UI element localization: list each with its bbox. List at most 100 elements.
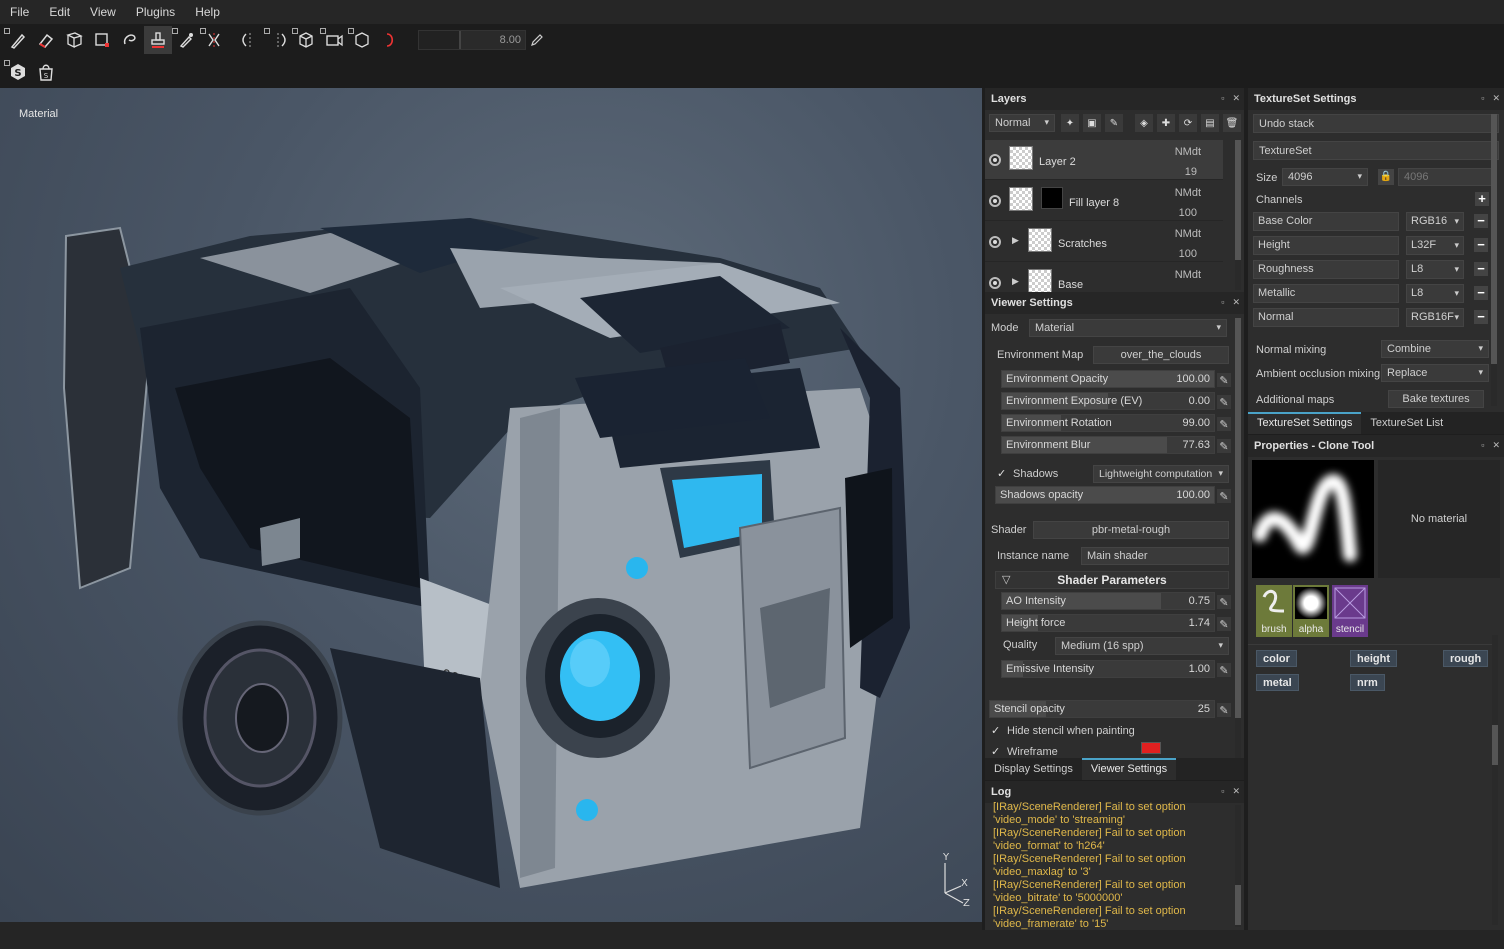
lock-icon[interactable]: 🔒 xyxy=(1378,169,1394,185)
ao-mixing-select[interactable]: Replace xyxy=(1381,364,1489,382)
textureset-scrollbar[interactable] xyxy=(1491,114,1497,406)
3d-viewport[interactable]: 007 Material Y X Z xyxy=(0,88,982,922)
shader-field[interactable]: pbr-metal-rough xyxy=(1033,521,1229,539)
add-channel-button[interactable]: + xyxy=(1475,192,1489,206)
visibility-eye-icon[interactable] xyxy=(989,236,1001,248)
channel-format-select[interactable]: L8 xyxy=(1406,260,1464,279)
menu-edit[interactable]: Edit xyxy=(39,0,80,24)
edit-value-icon[interactable]: ✎ xyxy=(1217,703,1231,717)
undock-icon[interactable]: ▫ xyxy=(1221,786,1224,797)
menu-view[interactable]: View xyxy=(80,0,126,24)
shader-params-header[interactable]: ▽ Shader Parameters xyxy=(995,571,1229,589)
tab-display-settings[interactable]: Display Settings xyxy=(985,758,1082,780)
edit-value-icon[interactable]: ✎ xyxy=(1217,617,1231,631)
eraser-tool-button[interactable] xyxy=(32,26,60,54)
edit-value-icon[interactable]: ✎ xyxy=(1217,417,1231,431)
cube-view-button[interactable] xyxy=(292,26,320,54)
delete-layer-icon[interactable]: 🗑 xyxy=(1223,114,1241,132)
alpha-slot[interactable]: alpha xyxy=(1293,585,1329,637)
undock-icon[interactable]: ▫ xyxy=(1221,297,1224,308)
add-effect-icon[interactable]: ✦ xyxy=(1061,114,1079,132)
tab-textureset-settings[interactable]: TextureSet Settings xyxy=(1248,412,1362,434)
edit-value-icon[interactable]: ✎ xyxy=(1217,439,1231,453)
channel-chip-rough[interactable]: rough xyxy=(1443,650,1489,667)
mirror-y-button[interactable] xyxy=(264,26,292,54)
smudge-tool-button[interactable] xyxy=(116,26,144,54)
tab-textureset-list[interactable]: TextureSet List xyxy=(1361,412,1452,434)
add-mask-icon[interactable]: ▣ xyxy=(1083,114,1101,132)
env-rotation-slider[interactable]: Environment Rotation 99.00 xyxy=(1001,414,1215,432)
channel-format-select[interactable]: RGB16F xyxy=(1406,308,1464,327)
substance-share-button[interactable]: S xyxy=(4,58,32,86)
projection-tool-button[interactable] xyxy=(60,26,88,54)
layer-row[interactable]: ▶ Base NMdt xyxy=(985,263,1223,292)
env-exposure-slider[interactable]: Environment Exposure (EV) 0.00 xyxy=(1001,392,1215,410)
channel-chip-metal[interactable]: metal xyxy=(1256,674,1299,691)
layers-scrollbar[interactable] xyxy=(1235,140,1241,290)
close-icon[interactable]: ✕ xyxy=(1232,297,1240,308)
edit-value-icon[interactable]: ✎ xyxy=(1217,663,1231,677)
paint-brush-tool-button[interactable] xyxy=(4,26,32,54)
add-fill-layer-icon[interactable]: ◈ xyxy=(1135,114,1153,132)
add-paint-layer-icon[interactable]: ✚ xyxy=(1157,114,1175,132)
log-scrollbar[interactable] xyxy=(1235,805,1241,927)
tool-size-slider[interactable]: 8.00 xyxy=(418,30,526,50)
substance-store-button[interactable]: S xyxy=(32,58,60,86)
brush-slot[interactable]: brush xyxy=(1256,585,1292,637)
size-select[interactable]: 4096 xyxy=(1282,168,1368,186)
quality-select[interactable]: Medium (16 spp) xyxy=(1055,637,1229,655)
shadows-opacity-slider[interactable]: Shadows opacity 100.00 xyxy=(995,486,1215,504)
stencil-opacity-slider[interactable]: Stencil opacity 25 xyxy=(989,700,1215,718)
env-blur-slider[interactable]: Environment Blur 77.63 xyxy=(1001,436,1215,454)
remove-channel-button[interactable]: − xyxy=(1474,310,1488,324)
shadows-checkbox[interactable]: ✓ xyxy=(997,469,1008,480)
undock-icon[interactable]: ▫ xyxy=(1481,440,1484,451)
close-icon[interactable]: ✕ xyxy=(1232,93,1240,104)
remove-channel-button[interactable]: − xyxy=(1474,238,1488,252)
viewer-settings-scrollbar[interactable] xyxy=(1235,318,1241,758)
stencil-slot[interactable]: stencil xyxy=(1332,585,1368,637)
edit-value-icon[interactable] xyxy=(530,33,544,47)
channel-chip-nrm[interactable]: nrm xyxy=(1350,674,1385,691)
channel-format-select[interactable]: RGB16 xyxy=(1406,212,1464,231)
polygon-fill-tool-button[interactable] xyxy=(88,26,116,54)
wireframe-color-swatch[interactable] xyxy=(1141,742,1161,754)
layer-blend-mode-select[interactable]: Normal xyxy=(989,114,1055,132)
height-force-slider[interactable]: Height force 1.74 xyxy=(1001,614,1215,632)
channel-chip-color[interactable]: color xyxy=(1256,650,1297,667)
remove-channel-button[interactable]: − xyxy=(1474,262,1488,276)
undock-icon[interactable]: ▫ xyxy=(1221,93,1224,104)
remove-channel-button[interactable]: − xyxy=(1474,286,1488,300)
remove-channel-button[interactable]: − xyxy=(1474,214,1488,228)
brush-preview[interactable] xyxy=(1252,460,1374,578)
add-smart-icon[interactable]: ⟳ xyxy=(1179,114,1197,132)
edit-value-icon[interactable]: ✎ xyxy=(1217,395,1231,409)
edit-value-icon[interactable]: ✎ xyxy=(1217,373,1231,387)
wireframe-checkbox[interactable]: ✓ xyxy=(991,747,1002,758)
edit-value-icon[interactable]: ✎ xyxy=(1217,489,1231,503)
undo-stack-button[interactable]: Undo stack xyxy=(1253,114,1499,133)
folder-expand-icon[interactable]: ▶ xyxy=(1012,276,1019,287)
tab-viewer-settings[interactable]: Viewer Settings xyxy=(1081,758,1177,780)
color-picker-tool-button[interactable] xyxy=(172,26,200,54)
bake-textures-button[interactable]: Bake textures xyxy=(1388,390,1484,408)
menu-plugins[interactable]: Plugins xyxy=(126,0,185,24)
folder-expand-icon[interactable]: ▶ xyxy=(1012,235,1019,246)
iso-cube-button[interactable] xyxy=(348,26,376,54)
lasso-button[interactable] xyxy=(376,26,404,54)
edit-value-icon[interactable]: ✎ xyxy=(1217,595,1231,609)
mode-select[interactable]: Material xyxy=(1029,319,1227,337)
add-folder-icon[interactable]: ▤ xyxy=(1201,114,1219,132)
symmetry-tool-button[interactable] xyxy=(200,26,228,54)
layer-row[interactable]: Fill layer 8 NMdt 100 xyxy=(985,181,1223,221)
layer-row[interactable]: ▶ Scratches NMdt 100 xyxy=(985,222,1223,262)
hide-stencil-checkbox[interactable]: ✓ xyxy=(991,726,1002,737)
menu-help[interactable]: Help xyxy=(185,0,230,24)
channel-format-select[interactable]: L8 xyxy=(1406,284,1464,303)
properties-scrollbar[interactable] xyxy=(1492,635,1498,925)
shadows-mode-select[interactable]: Lightweight computation xyxy=(1093,465,1229,483)
close-icon[interactable]: ✕ xyxy=(1492,440,1500,451)
textureset-button[interactable]: TextureSet xyxy=(1253,141,1499,160)
emissive-intensity-slider[interactable]: Emissive Intensity 1.00 xyxy=(1001,660,1215,678)
normal-mixing-select[interactable]: Combine xyxy=(1381,340,1489,358)
